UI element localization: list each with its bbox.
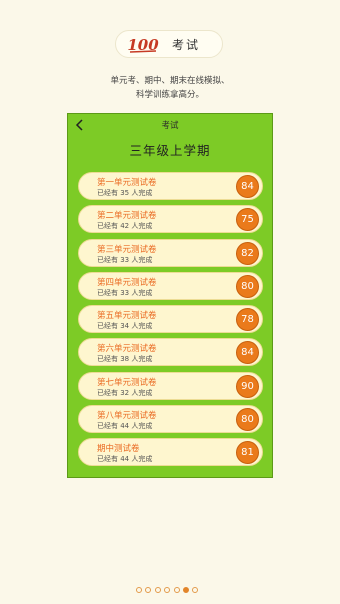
exam-name: 第七单元测试卷 [97, 377, 157, 388]
score-badge: 78 [236, 308, 259, 332]
score-badge: 80 [236, 408, 259, 432]
score-badge: 90 [236, 374, 259, 398]
header-title: 考试 [172, 37, 201, 52]
pagination-dot[interactable] [173, 587, 180, 593]
exam-name: 第二单元测试卷 [97, 211, 157, 222]
score-badge: 80 [236, 274, 259, 298]
score-badge: 75 [236, 208, 259, 232]
exam-item[interactable]: 第三单元测试卷 已经有 33 人完成 82 [78, 238, 263, 267]
exam-completion-count: 已经有 33 人完成 [97, 288, 153, 297]
exam-completion-count: 已经有 42 人完成 [97, 222, 153, 231]
exam-name: 第六单元测试卷 [97, 344, 157, 355]
exam-completion-count: 已经有 34 人完成 [97, 322, 153, 331]
exam-item[interactable]: 第六单元测试卷 已经有 38 人完成 84 [78, 338, 263, 367]
exam-item[interactable]: 第二单元测试卷 已经有 42 人完成 75 [78, 205, 263, 234]
score-badge: 82 [236, 241, 259, 265]
exam-item[interactable]: 期中测试卷 已经有 44 人完成 81 [78, 438, 263, 467]
exam-item[interactable]: 第七单元测试卷 已经有 32 人完成 90 [78, 371, 263, 400]
exam-completion-count: 已经有 32 人完成 [97, 388, 153, 397]
exam-completion-count: 已经有 44 人完成 [97, 422, 153, 431]
exam-list: 第一单元测试卷 已经有 35 人完成 84 第二单元测试卷 已经有 42 人完成… [78, 172, 263, 472]
back-arrow-icon[interactable] [75, 119, 85, 131]
pagination-dot[interactable] [182, 587, 189, 593]
phone-screen-preview: 考试 三年级上学期 第一单元测试卷 已经有 35 人完成 84 第二单元测试卷 … [67, 113, 273, 478]
pagination-dot[interactable] [164, 587, 171, 593]
feature-description: 单元考、期中、期末在线模拟、 科学训练拿高分。 [0, 74, 340, 102]
exam-completion-count: 已经有 38 人完成 [97, 355, 153, 364]
exam-completion-count: 已经有 44 人完成 [97, 455, 153, 464]
pagination-dots [136, 587, 199, 593]
exam-name: 第四单元测试卷 [97, 277, 157, 288]
exam-item[interactable]: 第四单元测试卷 已经有 33 人完成 80 [78, 271, 263, 300]
pagination-dot[interactable] [192, 587, 199, 593]
description-line-1: 单元考、期中、期末在线模拟、 [110, 76, 230, 86]
pagination-dot[interactable] [154, 587, 161, 593]
score-badge: 84 [236, 175, 259, 198]
pagination-dot[interactable] [145, 587, 152, 593]
feature-header: 100 考试 [115, 30, 223, 58]
top-bar: 考试 [68, 114, 272, 136]
exam-item[interactable]: 第一单元测试卷 已经有 35 人完成 84 [78, 172, 263, 200]
exam-name: 第五单元测试卷 [97, 311, 157, 322]
score-100-logo: 100 [124, 33, 162, 55]
exam-name: 期中测试卷 [97, 444, 140, 455]
exam-completion-count: 已经有 33 人完成 [97, 255, 153, 264]
score-badge: 81 [236, 441, 259, 465]
exam-item[interactable]: 第五单元测试卷 已经有 34 人完成 78 [78, 305, 263, 334]
exam-completion-count: 已经有 35 人完成 [97, 189, 153, 197]
exam-item[interactable]: 第八单元测试卷 已经有 44 人完成 80 [78, 405, 263, 434]
topbar-title: 考试 [161, 121, 179, 131]
score-badge: 84 [236, 341, 259, 365]
pagination-dot[interactable] [136, 587, 142, 593]
exam-name: 第三单元测试卷 [97, 244, 157, 255]
page-title: 三年级上学期 [129, 143, 211, 158]
exam-name: 第一单元测试卷 [97, 178, 157, 188]
description-line-2: 科学训练拿高分。 [135, 90, 204, 100]
exam-name: 第八单元测试卷 [97, 411, 157, 422]
